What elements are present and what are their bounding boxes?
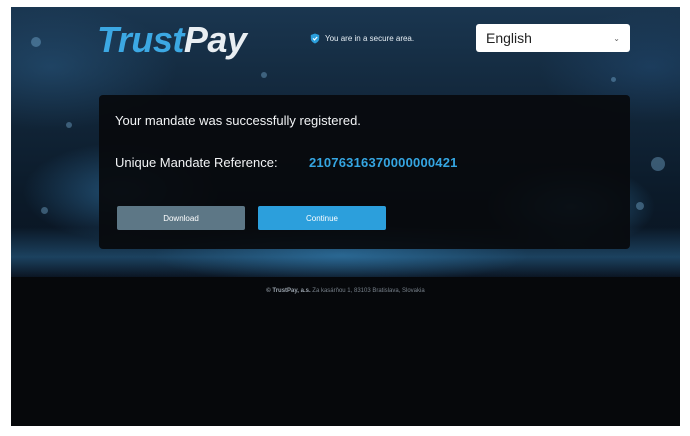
bokeh-dot [261,72,267,78]
secure-area-notice: You are in a secure area. [310,33,414,44]
bokeh-dot [636,202,644,210]
page-frame: TrustPay You are in a secure area. Engli… [11,7,680,426]
language-select-value: English [486,30,532,46]
shield-check-icon [310,33,320,44]
continue-button[interactable]: Continue [258,206,386,230]
bokeh-dot [31,37,41,47]
footer-address: Za kasárňou 1, 83103 Bratislava, Slovaki… [310,288,425,294]
logo-text-trust: Trust [97,19,184,60]
language-select[interactable]: English ⌄ [476,24,630,52]
bokeh-dot [651,157,665,171]
confirmation-card: Your mandate was successfully registered… [99,95,630,249]
mandate-reference-value: 21076316370000000421 [309,155,458,170]
success-message: Your mandate was successfully registered… [115,113,361,128]
chevron-down-icon: ⌄ [613,33,620,43]
mandate-reference-label: Unique Mandate Reference: [115,155,278,170]
secure-area-text: You are in a secure area. [325,34,415,43]
bokeh-dot [611,77,616,82]
footer-brand: © TrustPay, a.s. [266,288,311,294]
footer: © TrustPay, a.s. Za kasárňou 1, 83103 Br… [11,288,680,294]
bokeh-dot [41,207,48,214]
bokeh-dot [66,122,72,128]
logo-text-pay: Pay [183,19,247,60]
trustpay-logo[interactable]: TrustPay [97,19,247,61]
download-button[interactable]: Download [117,206,245,230]
